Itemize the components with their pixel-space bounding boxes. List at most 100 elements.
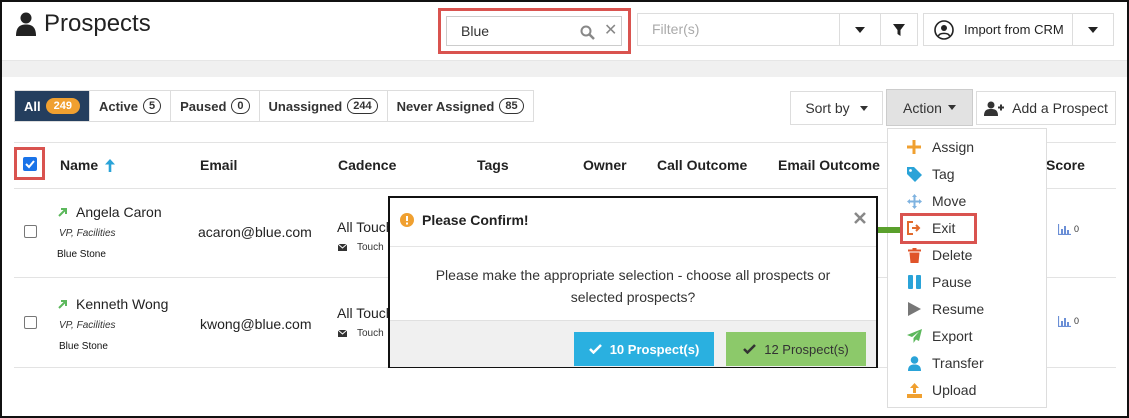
prospect-title: VP, Facilities <box>59 320 116 331</box>
dialog-title: Please Confirm! <box>422 212 529 228</box>
dialog-message: Please make the appropriate selection - … <box>390 264 876 308</box>
score-value: 0 <box>1074 316 1080 326</box>
action-button[interactable]: Action <box>886 89 973 126</box>
import-crm-button[interactable]: Import from CRM <box>923 13 1073 46</box>
search-input[interactable]: Blue <box>446 16 622 46</box>
tab-paused[interactable]: Paused 0 <box>171 91 260 121</box>
row-checkbox[interactable] <box>24 225 37 238</box>
touch-label: Touch <box>357 328 384 339</box>
menu-item-tag[interactable]: Tag <box>906 166 955 182</box>
action-dropdown-menu: Assign Tag Move Exit Delete Pause Resume… <box>887 128 1047 408</box>
tab-label: All <box>24 98 41 114</box>
menu-item-move[interactable]: Move <box>906 193 966 209</box>
tab-all[interactable]: All 249 <box>15 91 90 121</box>
import-dropdown-button[interactable] <box>1072 13 1114 46</box>
cadence-touch: Touch <box>338 242 384 253</box>
sort-by-button[interactable]: Sort by <box>790 91 883 125</box>
add-prospect-label: Add a Prospect <box>1012 100 1108 116</box>
envelope-icon <box>338 244 347 251</box>
checkmark-icon <box>588 344 602 354</box>
prospect-name-cell: Angela Caron <box>58 204 162 220</box>
confirm-all-label: 12 Prospect(s) <box>764 341 849 357</box>
prospect-name-cell: Kenneth Wong <box>58 296 168 312</box>
tab-label: Paused <box>180 98 227 114</box>
prospect-company: Blue Stone <box>59 341 108 352</box>
trend-up-arrow-icon <box>58 300 67 309</box>
tab-count-badge: 85 <box>499 98 524 114</box>
menu-item-transfer[interactable]: Transfer <box>906 355 984 371</box>
plus-icon <box>906 139 922 155</box>
filter-dropdown-button[interactable] <box>839 13 881 46</box>
menu-item-label: Assign <box>932 139 975 155</box>
prospect-name-link[interactable]: Angela Caron <box>76 204 162 220</box>
prospect-email[interactable]: kwong@blue.com <box>200 316 312 332</box>
tab-count-badge: 0 <box>231 98 250 114</box>
menu-item-label: Resume <box>932 301 985 317</box>
prospect-email[interactable]: acaron@blue.com <box>198 224 312 240</box>
column-header-email-outcome[interactable]: Email Outcome <box>778 157 880 173</box>
trend-up-arrow-icon <box>58 208 67 217</box>
column-header-email[interactable]: Email <box>200 157 237 173</box>
paper-plane-icon <box>906 328 922 344</box>
tab-count-badge: 249 <box>45 98 80 114</box>
prospect-cadence[interactable]: All Touch <box>337 305 394 321</box>
page-title-text: Prospects <box>44 10 151 37</box>
menu-item-export[interactable]: Export <box>906 328 972 344</box>
column-header-cadence[interactable]: Cadence <box>338 157 396 173</box>
score-cell[interactable]: 0 <box>1058 224 1079 235</box>
envelope-icon <box>338 330 347 337</box>
search-icon[interactable] <box>580 25 595 40</box>
menu-item-pause[interactable]: Pause <box>906 274 972 290</box>
funnel-icon <box>893 23 905 36</box>
column-header-call-outcome[interactable]: Call Outcome <box>657 157 747 173</box>
caret-down-icon <box>859 105 868 111</box>
dialog-message-line: selected prospects? <box>570 289 696 305</box>
tab-unassigned[interactable]: Unassigned 244 <box>260 91 388 121</box>
filter-input[interactable]: Filter(s) <box>637 13 840 46</box>
sort-arrow-up-icon <box>105 158 116 172</box>
exit-highlight <box>900 213 977 244</box>
page-title: Prospects <box>16 10 151 38</box>
column-header-name[interactable]: Name <box>60 157 116 173</box>
caret-down-icon <box>855 26 865 33</box>
menu-item-label: Tag <box>932 166 955 182</box>
menu-item-delete[interactable]: Delete <box>906 247 972 263</box>
user-plus-icon <box>984 101 1005 116</box>
confirm-dialog: Please Confirm! Please make the appropri… <box>388 196 878 368</box>
column-header-owner[interactable]: Owner <box>583 157 627 173</box>
tab-never-assigned[interactable]: Never Assigned 85 <box>388 91 533 121</box>
add-prospect-button[interactable]: Add a Prospect <box>976 91 1116 125</box>
select-all-checkbox[interactable] <box>23 157 37 171</box>
user-icon <box>906 355 922 371</box>
column-header-score[interactable]: Score <box>1046 157 1085 173</box>
action-label: Action <box>903 99 942 116</box>
confirm-selected-button[interactable]: 10 Prospect(s) <box>574 332 714 366</box>
trash-icon <box>906 247 922 263</box>
menu-item-assign[interactable]: Assign <box>906 139 974 155</box>
play-icon <box>906 301 922 317</box>
tab-active[interactable]: Active 5 <box>90 91 172 121</box>
close-icon[interactable] <box>854 212 866 224</box>
score-value: 0 <box>1074 224 1080 234</box>
menu-item-label: Upload <box>932 382 977 398</box>
row-checkbox[interactable] <box>24 316 37 329</box>
prospect-name-link[interactable]: Kenneth Wong <box>76 296 168 312</box>
clear-search-icon[interactable]: ✕ <box>604 23 617 39</box>
score-cell[interactable]: 0 <box>1058 316 1079 327</box>
menu-item-label: Transfer <box>932 355 984 371</box>
column-header-tags[interactable]: Tags <box>477 157 509 173</box>
tag-icon <box>906 166 922 182</box>
filter-funnel-button[interactable] <box>880 13 918 46</box>
tab-label: Unassigned <box>268 98 343 114</box>
dialog-header: Please Confirm! <box>390 198 876 247</box>
status-tabs: All 249 Active 5 Paused 0 Unassigned 244 Nev… <box>14 90 534 122</box>
menu-item-upload[interactable]: Upload <box>906 382 976 398</box>
prospect-title: VP, Facilities <box>59 228 116 239</box>
confirm-all-button[interactable]: 12 Prospect(s) <box>726 332 866 366</box>
user-icon <box>16 12 36 36</box>
cadence-touch: Touch <box>338 328 384 339</box>
prospect-cadence[interactable]: All Touch <box>337 219 394 235</box>
checkmark-icon <box>25 160 35 169</box>
menu-item-resume[interactable]: Resume <box>906 301 984 317</box>
search-highlight: Blue ✕ <box>438 8 631 54</box>
